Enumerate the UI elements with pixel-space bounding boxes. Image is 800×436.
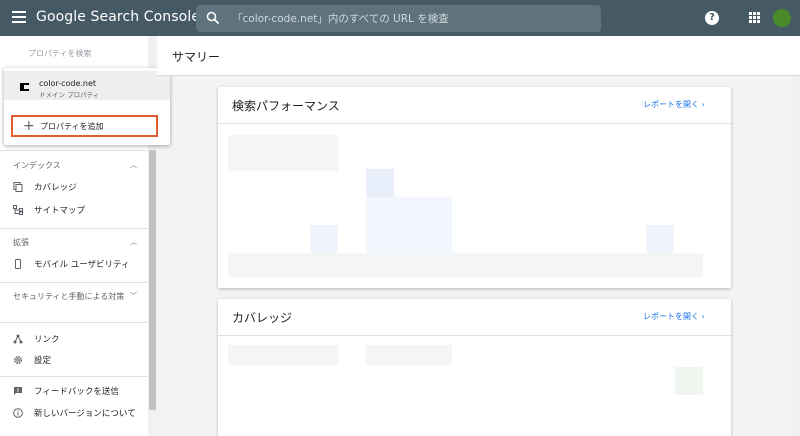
sidebar-item-mobile-usability[interactable]: モバイル ユーザビリティ	[13, 258, 130, 270]
help-icon[interactable]: ?	[705, 11, 719, 25]
url-inspection-search[interactable]	[196, 5, 601, 32]
settings-icon	[13, 355, 23, 365]
divider	[218, 123, 731, 124]
open-report-link[interactable]: レポートを開く ›	[643, 99, 705, 110]
chart-placeholder	[228, 135, 338, 171]
sidebar-item-label: カバレッジ	[34, 183, 77, 193]
chart-placeholder	[675, 367, 703, 395]
open-report-label: レポートを開く	[643, 100, 699, 109]
search-icon	[206, 11, 220, 25]
divider	[218, 335, 731, 336]
add-property-label: プロパティを追加	[40, 122, 104, 131]
file-copy-icon	[13, 182, 23, 192]
sidebar-item-settings[interactable]: 設定	[13, 354, 51, 366]
chart-placeholder	[366, 169, 394, 197]
chart-placeholder	[310, 225, 338, 253]
avatar[interactable]	[773, 9, 791, 27]
sidebar-item-label: 設定	[34, 356, 52, 366]
chevron-right-icon: ›	[701, 100, 705, 109]
performance-card: 検索パフォーマンス レポートを開く ›	[218, 87, 731, 288]
main-header: サマリー	[157, 36, 800, 76]
divider	[0, 150, 148, 151]
section-index-label[interactable]: インデックス	[13, 160, 61, 171]
chart-placeholder	[228, 253, 703, 277]
property-favicon-icon	[20, 83, 29, 91]
sidebar-item-label: サイトマップ	[34, 206, 86, 216]
card-title: 検索パフォーマンス	[232, 99, 340, 113]
chevron-up-icon[interactable]: ︿	[130, 160, 137, 170]
property-option[interactable]: color-code.net ドメイン プロパティ	[4, 71, 170, 100]
chevron-right-icon: ›	[701, 312, 705, 321]
apps-grid-icon[interactable]	[749, 12, 760, 23]
search-input[interactable]	[232, 5, 592, 32]
coverage-card: カバレッジ レポートを開く ›	[218, 299, 731, 436]
chart-placeholder	[646, 225, 674, 253]
sidebar-item-label: フィードバックを送信	[34, 387, 119, 397]
section-security-label[interactable]: セキュリティと手動による対策	[13, 291, 128, 302]
plus-icon: +	[23, 118, 35, 134]
sitemap-icon	[13, 205, 23, 215]
open-report-link[interactable]: レポートを開く ›	[643, 311, 705, 322]
mobile-icon	[15, 259, 21, 269]
sidebar-item-about-new-version[interactable]: 新しいバージョンについて	[13, 407, 136, 419]
open-report-label: レポートを開く	[643, 312, 699, 321]
chart-placeholder	[366, 345, 452, 365]
add-property-button[interactable]: + プロパティを追加	[11, 115, 158, 137]
divider	[0, 282, 148, 283]
page-title: サマリー	[172, 50, 221, 64]
divider	[0, 228, 148, 229]
sidebar-scrollbar-thumb[interactable]	[149, 150, 156, 410]
info-icon	[13, 408, 23, 418]
property-name: color-code.net	[39, 79, 97, 88]
sidebar-item-coverage[interactable]: カバレッジ	[13, 181, 77, 193]
links-icon	[13, 334, 23, 344]
chevron-down-icon[interactable]: ﹀	[130, 291, 137, 301]
chart-placeholder	[366, 197, 452, 253]
property-type: ドメイン プロパティ	[39, 91, 100, 99]
chevron-up-icon[interactable]: ︿	[130, 237, 137, 247]
sidebar-item-feedback[interactable]: フィードバックを送信	[13, 385, 119, 397]
sidebar-item-sitemaps[interactable]: サイトマップ	[13, 204, 85, 216]
sidebar-item-label: モバイル ユーザビリティ	[34, 260, 130, 270]
divider	[0, 376, 148, 377]
sidebar-item-label: リンク	[34, 335, 60, 345]
app-title[interactable]: Google Search Console	[36, 9, 200, 25]
divider	[0, 322, 148, 323]
property-search-label[interactable]: プロパティを検索	[28, 48, 92, 59]
sidebar-item-label: 新しいバージョンについて	[34, 409, 136, 419]
chart-placeholder	[228, 345, 338, 365]
sidebar-item-links[interactable]: リンク	[13, 333, 60, 345]
top-app-bar: Google Search Console ?	[0, 0, 800, 36]
feedback-icon	[14, 387, 22, 395]
page-scrollbar[interactable]	[792, 76, 800, 436]
hamburger-menu-icon[interactable]	[12, 11, 26, 25]
card-title: カバレッジ	[232, 311, 293, 325]
property-dropdown: color-code.net ドメイン プロパティ + プロパティを追加	[4, 68, 170, 145]
section-enhancements-label[interactable]: 拡張	[13, 237, 29, 248]
